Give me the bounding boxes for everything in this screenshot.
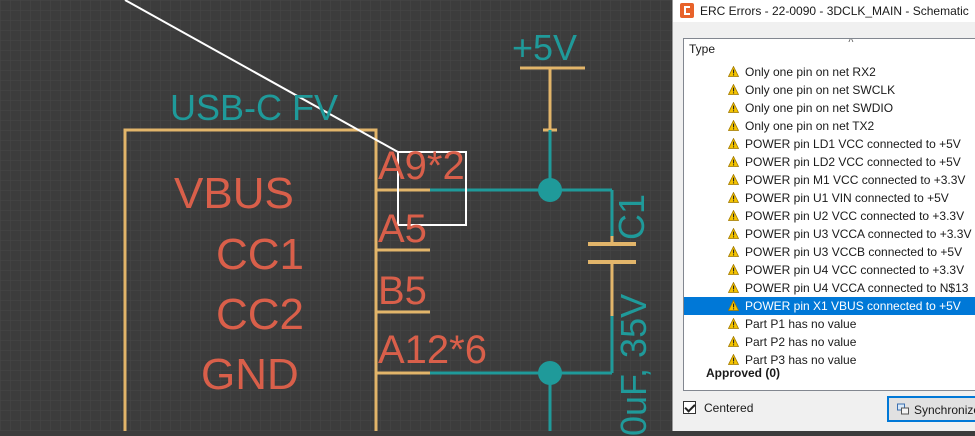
error-row[interactable]: Part P2 has no value bbox=[684, 333, 975, 351]
error-row[interactable]: POWER pin U3 VCCA connected to +3.3V bbox=[684, 225, 975, 243]
error-row[interactable]: Only one pin on net SWDIO bbox=[684, 99, 975, 117]
error-row-text: Only one pin on net TX2 bbox=[745, 119, 875, 133]
net-label: +5V bbox=[512, 27, 578, 68]
error-row[interactable]: Only one pin on net RX2 bbox=[684, 63, 975, 81]
pin-number-a5: A5 bbox=[378, 207, 427, 251]
junction-dot bbox=[538, 178, 562, 202]
warning-icon bbox=[728, 282, 739, 293]
cap-name-label: C1 bbox=[611, 193, 652, 240]
error-row-text: POWER pin U1 VIN connected to +5V bbox=[745, 191, 949, 205]
centered-checkbox[interactable] bbox=[683, 401, 696, 414]
error-row[interactable]: POWER pin U3 VCCB connected to +5V bbox=[684, 243, 975, 261]
error-row[interactable]: POWER pin U1 VIN connected to +5V bbox=[684, 189, 975, 207]
error-row[interactable]: POWER pin U4 VCC connected to +3.3V bbox=[684, 261, 975, 279]
cap-value-label: 0uF, 35V bbox=[613, 293, 654, 436]
error-row-text: POWER pin LD2 VCC connected to +5V bbox=[745, 155, 961, 169]
centered-label: Centered bbox=[704, 401, 754, 415]
error-row[interactable]: POWER pin X1 VBUS connected to +5V bbox=[684, 297, 975, 315]
error-row-text: POWER pin U2 VCC connected to +3.3V bbox=[745, 209, 965, 223]
warning-icon bbox=[728, 354, 739, 365]
warning-icon bbox=[728, 228, 739, 239]
error-row-text: Only one pin on net RX2 bbox=[745, 65, 876, 79]
synchronize-label: Synchronize bbox=[914, 403, 975, 417]
synchronize-button[interactable]: Synchronize bbox=[887, 396, 975, 422]
erc-errors-panel: ERC Errors - 22-0090 - 3DCLK_MAIN - Sche… bbox=[672, 0, 975, 431]
pin-number-a9: A9*2 bbox=[378, 144, 465, 188]
column-header-type[interactable]: Type bbox=[689, 42, 715, 56]
warning-icon bbox=[728, 174, 739, 185]
junction-dot bbox=[538, 361, 562, 385]
error-row-text: POWER pin LD1 VCC connected to +5V bbox=[745, 137, 961, 151]
error-row-text: POWER pin U3 VCCA connected to +3.3V bbox=[745, 227, 972, 241]
warning-icon bbox=[728, 210, 739, 221]
error-row-text: POWER pin U4 VCCA connected to N$13 bbox=[745, 281, 969, 295]
error-row-text: Part P1 has no value bbox=[745, 317, 857, 331]
pin-number-a12: A12*6 bbox=[378, 328, 487, 372]
synchronize-icon bbox=[897, 403, 909, 415]
group-approved[interactable]: Approved (0) bbox=[706, 366, 780, 380]
pin-name-cc2: CC2 bbox=[216, 290, 305, 339]
error-row[interactable]: POWER pin U4 VCCA connected to N$13 bbox=[684, 279, 975, 297]
panel-titlebar: ERC Errors - 22-0090 - 3DCLK_MAIN - Sche… bbox=[673, 0, 975, 22]
error-row[interactable]: POWER pin U2 VCC connected to +3.3V bbox=[684, 207, 975, 225]
part-name-label: USB-C FV bbox=[170, 87, 339, 128]
warning-icon bbox=[728, 336, 739, 347]
warning-icon bbox=[728, 66, 739, 77]
error-row[interactable]: POWER pin LD1 VCC connected to +5V bbox=[684, 135, 975, 153]
sort-caret-icon: ˄ bbox=[848, 38, 854, 46]
panel-title: ERC Errors - 22-0090 - 3DCLK_MAIN - Sche… bbox=[700, 4, 969, 18]
error-row[interactable]: POWER pin LD2 VCC connected to +5V bbox=[684, 153, 975, 171]
eagle-app-icon bbox=[680, 3, 694, 18]
error-row-text: Part P2 has no value bbox=[745, 335, 857, 349]
warning-icon bbox=[728, 264, 739, 275]
pin-number-b5: B5 bbox=[378, 269, 427, 313]
schematic-canvas[interactable]: +5V USB-C FV VBUS CC1 CC2 GND A9*2 A5 B5… bbox=[0, 0, 672, 436]
error-row-text: Only one pin on net SWCLK bbox=[745, 83, 896, 97]
error-row-text: POWER pin X1 VBUS connected to +5V bbox=[745, 299, 961, 313]
warning-icon bbox=[728, 192, 739, 203]
error-list[interactable]: Type ˄ Only one pin on net RX2 Only one p… bbox=[683, 38, 975, 391]
pin-name-gnd: GND bbox=[201, 350, 299, 399]
error-row-text: Part P3 has no value bbox=[745, 353, 857, 367]
error-row-text: POWER pin U4 VCC connected to +3.3V bbox=[745, 263, 965, 277]
warning-icon bbox=[728, 246, 739, 257]
warning-icon bbox=[728, 138, 739, 149]
pin-name-vbus: VBUS bbox=[174, 169, 294, 218]
error-row[interactable]: POWER pin M1 VCC connected to +3.3V bbox=[684, 171, 975, 189]
error-row[interactable]: Only one pin on net SWCLK bbox=[684, 81, 975, 99]
pin-name-cc1: CC1 bbox=[216, 230, 305, 279]
warning-icon bbox=[728, 156, 739, 167]
warning-icon bbox=[728, 300, 739, 311]
error-row-text: POWER pin U3 VCCB connected to +5V bbox=[745, 245, 963, 259]
warning-icon bbox=[728, 102, 739, 113]
error-row-text: POWER pin M1 VCC connected to +3.3V bbox=[745, 173, 966, 187]
warning-icon bbox=[728, 84, 739, 95]
error-row[interactable]: Only one pin on net TX2 bbox=[684, 117, 975, 135]
error-row[interactable]: Part P1 has no value bbox=[684, 315, 975, 333]
error-row-text: Only one pin on net SWDIO bbox=[745, 101, 894, 115]
warning-icon bbox=[728, 120, 739, 131]
warning-icon bbox=[728, 318, 739, 329]
